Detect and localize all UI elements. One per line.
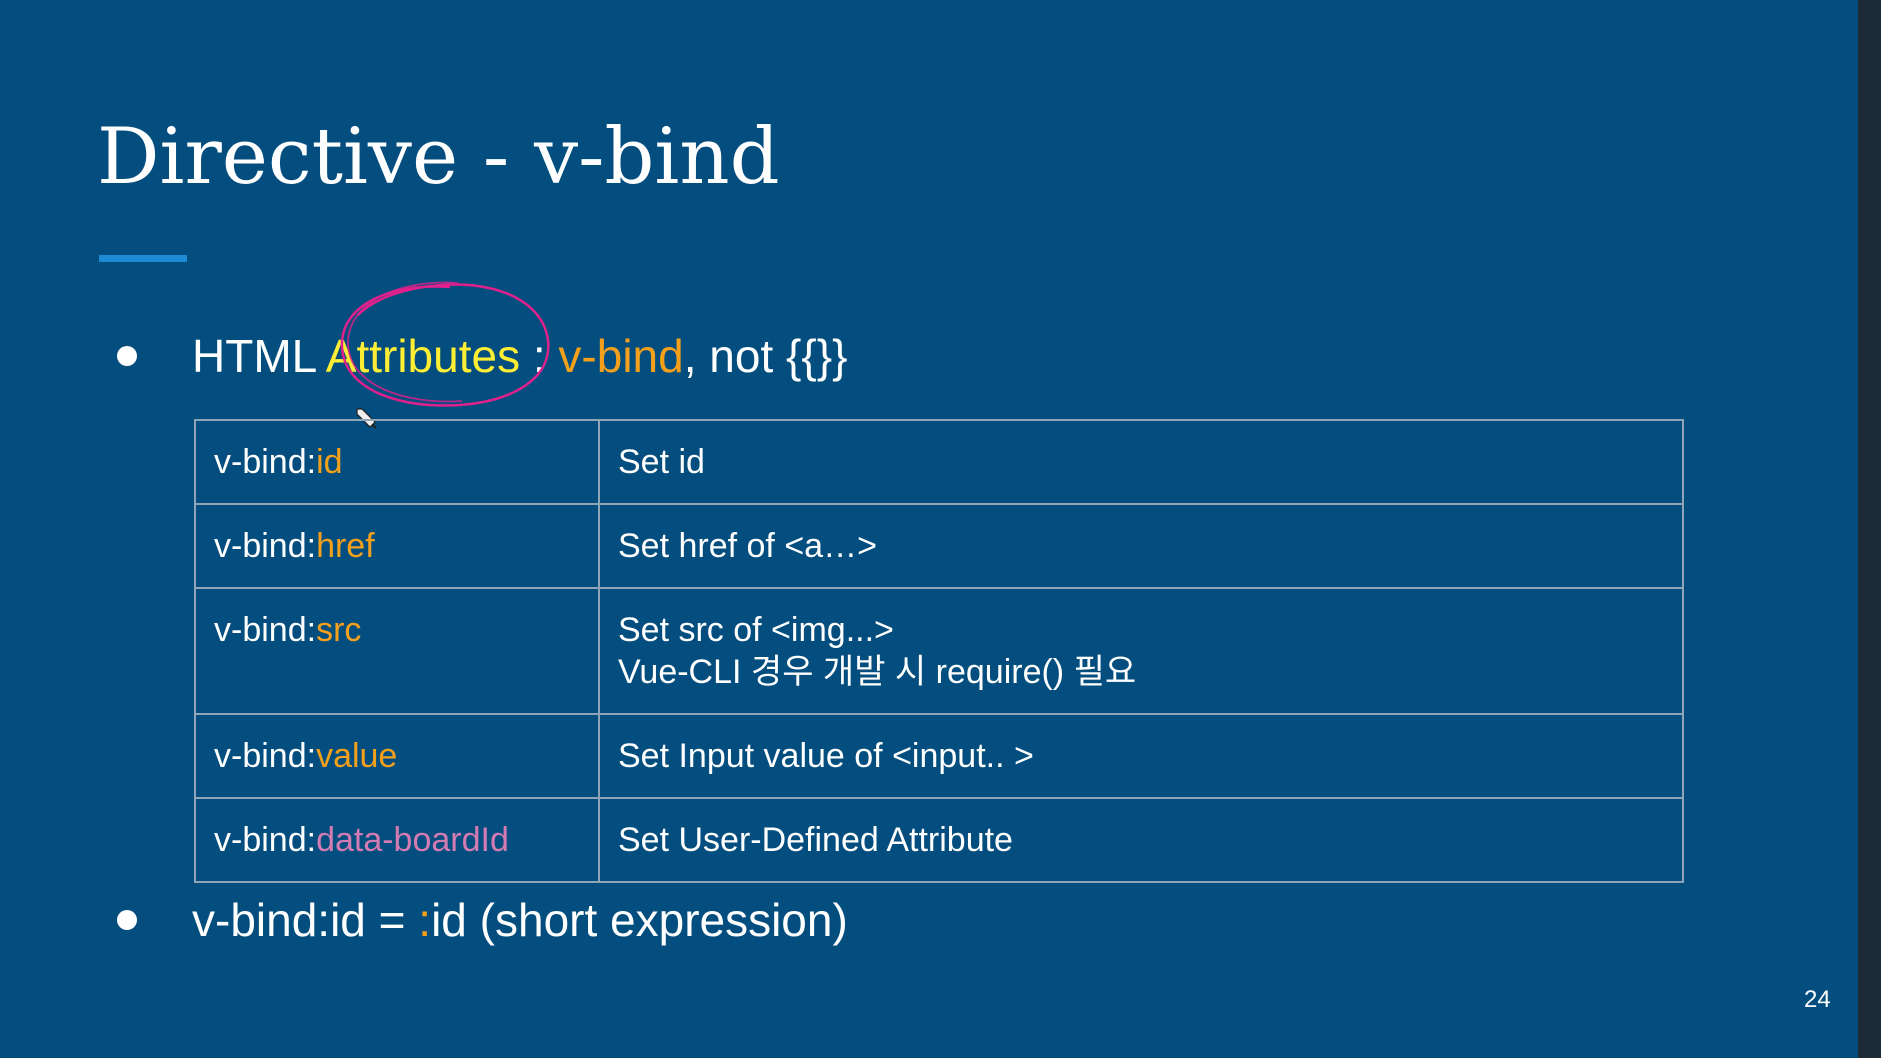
directive-prefix: v-bind: [214, 821, 317, 859]
directive-prefix: v-bind: [214, 611, 317, 649]
directive-prefix: v-bind: [214, 443, 317, 481]
short-prefix: v-bind:id = [192, 894, 419, 946]
highlight-vbind: v-bind [558, 330, 684, 382]
table-row: v-bind:href Set href of <a…> [194, 503, 1684, 589]
bullet-dot-icon [117, 346, 137, 366]
bullet-short-expression-text: v-bind:id = :id (short expression) [192, 892, 848, 948]
bullet-suffix: , not {{}} [683, 330, 848, 382]
bullet-attributes: HTML Attributes : v-bind, not {{}} [117, 328, 847, 384]
table-cell-directive: v-bind:data-boardId [194, 797, 600, 883]
description-line: Set id [618, 443, 705, 481]
description-line: Vue-CLI 경우 개발 시 require() 필요 [618, 653, 1137, 691]
table-cell-description: Set src of <img...> Vue-CLI 경우 개발 시 requi… [598, 587, 1684, 715]
bullet-short-expression: v-bind:id = :id (short expression) [117, 892, 848, 948]
description-line: Set href of <a…> [618, 527, 877, 565]
slide: Directive - v-bind HTML Attributes : v-b… [0, 0, 1858, 1058]
directive-attribute: value [316, 737, 398, 775]
directive-attribute: src [316, 611, 362, 649]
table-row: v-bind:value Set Input value of <input.. … [194, 713, 1684, 799]
description-line: Set Input value of <input.. > [618, 737, 1034, 775]
table-cell-description: Set Input value of <input.. > [598, 713, 1684, 799]
description-line: Set src of <img...> [618, 611, 894, 649]
table-cell-directive: v-bind:src [194, 587, 600, 715]
title-underline [99, 255, 187, 262]
slide-title: Directive - v-bind [97, 112, 780, 202]
table-cell-description: Set User-Defined Attribute [598, 797, 1684, 883]
page-number: 24 [1804, 986, 1831, 1013]
table-cell-description: Set id [598, 419, 1684, 505]
short-suffix: id (short expression) [431, 894, 848, 946]
table-row: v-bind:data-boardId Set User-Defined Attr… [194, 797, 1684, 883]
table-cell-directive: v-bind:href [194, 503, 600, 589]
table-cell-directive: v-bind:id [194, 419, 600, 505]
directive-prefix: v-bind: [214, 527, 317, 565]
table-row: v-bind:src Set src of <img...> Vue-CLI 경우 … [194, 587, 1684, 715]
vbind-table: v-bind:id Set id v-bind:href Set href of <a… [194, 419, 1684, 883]
short-colon: : [418, 894, 432, 946]
bullet-prefix: HTML [192, 330, 326, 382]
bullet-dot-icon [117, 910, 137, 930]
bullet-separator: : [520, 330, 559, 382]
table-cell-directive: v-bind:value [194, 713, 600, 799]
window-side-strip [1858, 0, 1881, 1058]
bullet-attributes-text: HTML Attributes : v-bind, not {{}} [192, 328, 847, 384]
highlight-attributes: Attributes [325, 330, 521, 382]
directive-attribute: id [316, 443, 343, 481]
table-row: v-bind:id Set id [194, 419, 1684, 505]
directive-prefix: v-bind: [214, 737, 317, 775]
directive-attribute: data-boardId [316, 821, 509, 859]
directive-attribute: href [316, 527, 375, 565]
table-cell-description: Set href of <a…> [598, 503, 1684, 589]
description-line: Set User-Defined Attribute [618, 821, 1013, 859]
